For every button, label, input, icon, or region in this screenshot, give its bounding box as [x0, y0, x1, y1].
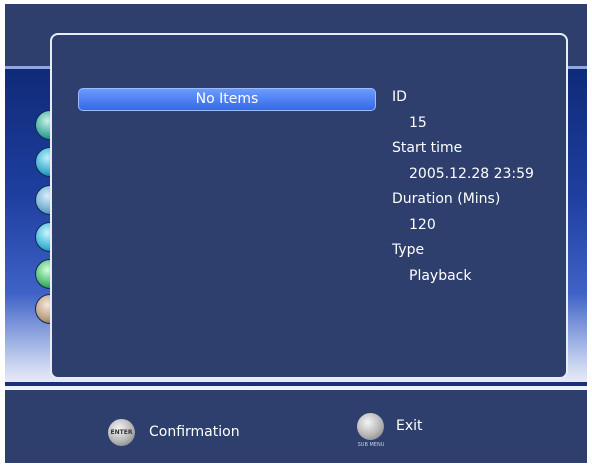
start-time-label: Start time — [392, 140, 463, 156]
duration-value: 120 — [409, 216, 436, 233]
tv-screen: No Items ID 15 Start time 2005.12.28 23:… — [5, 4, 587, 463]
detail-panel: ID 15 Start time 2005.12.28 23:59 Durati… — [392, 85, 562, 289]
timer-dialog: No Items ID 15 Start time 2005.12.28 23:… — [50, 33, 568, 379]
start-time-value: 2005.12.28 23:59 — [409, 165, 534, 182]
id-value: 15 — [409, 114, 427, 131]
type-label: Type — [392, 242, 425, 258]
enter-key-icon: ENTER — [108, 418, 135, 446]
sub-menu-key: SUB MENU — [355, 412, 385, 452]
sub-menu-key-icon — [357, 413, 384, 440]
exit-label: Exit — [396, 418, 423, 434]
footer-bar: ENTER Confirmation SUB MENU Exit — [5, 390, 587, 463]
sub-menu-key-label: SUB MENU — [357, 442, 385, 448]
exit-button[interactable]: SUB MENU Exit — [355, 412, 423, 452]
background-divider — [5, 382, 587, 386]
list-item-empty[interactable]: No Items — [78, 88, 376, 111]
confirmation-button[interactable]: ENTER Confirmation — [108, 412, 240, 452]
duration-label: Duration (Mins) — [392, 191, 501, 207]
id-label: ID — [392, 89, 407, 105]
confirmation-label: Confirmation — [149, 424, 240, 440]
type-value: Playback — [409, 267, 472, 284]
